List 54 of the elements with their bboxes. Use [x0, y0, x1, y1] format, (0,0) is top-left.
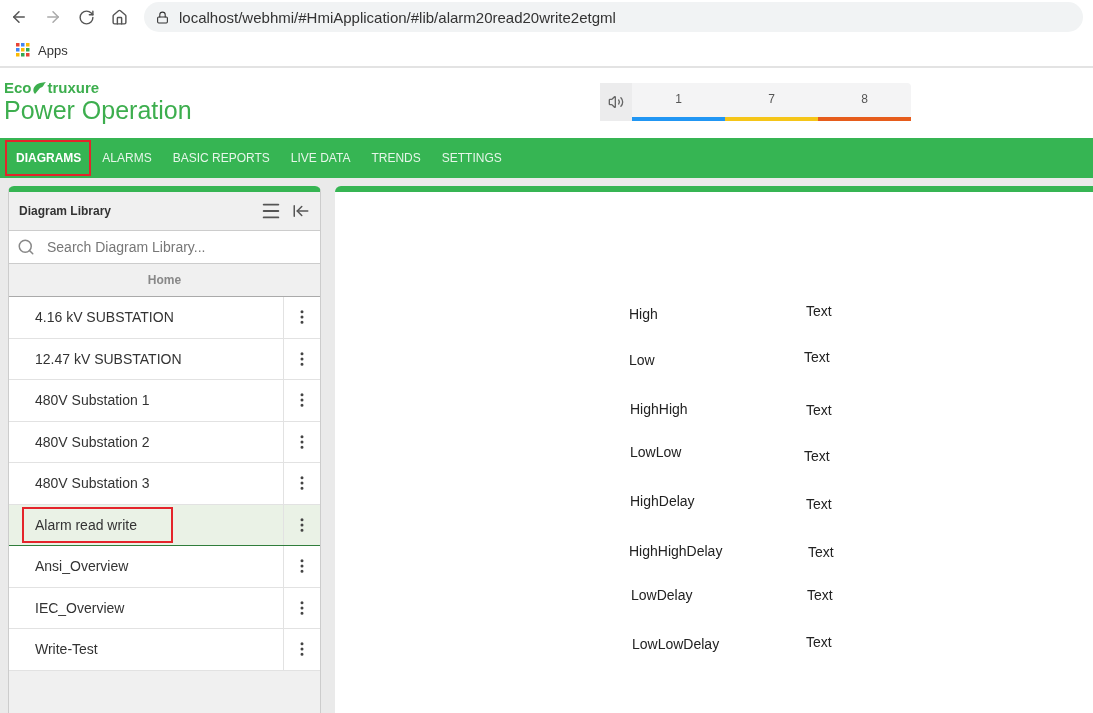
value-text: Text: [806, 303, 832, 319]
bookmark-link[interactable]: Apps: [16, 42, 68, 58]
library-item[interactable]: 480V Substation 1: [9, 380, 320, 422]
tag-label: LowLow: [630, 444, 682, 460]
item-label: Ansi_Overview: [34, 557, 130, 577]
tag-label: LowDelay: [631, 587, 693, 603]
alarm-count: 1: [674, 91, 683, 106]
home-icon[interactable]: [111, 8, 128, 26]
search-icon: [17, 238, 35, 256]
item-label: Write-Test: [34, 640, 99, 660]
brand-text: truxure: [47, 79, 100, 96]
value-text: Text: [806, 402, 832, 418]
url-text: localhost/webhmi/#HmiApplication/#lib/alarm20read20write2etgml: [179, 8, 616, 26]
tag-label: Low: [629, 352, 655, 368]
value-text: Text: [804, 448, 830, 464]
value-text: Text: [807, 587, 833, 603]
collapse-icon[interactable]: [292, 202, 310, 220]
value-text: Text: [804, 349, 830, 365]
item-label: Alarm read write: [22, 506, 173, 543]
library-item[interactable]: 12.47 kV SUBSTATION: [9, 338, 320, 380]
back-icon[interactable]: [10, 8, 28, 26]
tag-label: HighHigh: [630, 401, 688, 417]
tag-label: High: [629, 306, 658, 322]
library-item[interactable]: 480V Substation 2: [9, 421, 320, 463]
alarm-count: 8: [860, 91, 869, 106]
item-label: 480V Substation 2: [34, 432, 151, 452]
alarm-counter[interactable]: 1 7 8: [600, 83, 911, 121]
library-item[interactable]: Ansi_Overview: [9, 546, 320, 588]
library-item[interactable]: 480V Substation 3: [9, 463, 320, 505]
library-item[interactable]: Alarm read write: [9, 504, 320, 546]
product-title: Power Operation: [4, 96, 193, 125]
item-label: IEC_Overview: [34, 598, 126, 618]
apps-grid-icon: [16, 43, 30, 57]
item-label: 480V Substation 3: [34, 474, 151, 494]
value-text: Text: [806, 496, 832, 512]
library-item[interactable]: 4.16 kV SUBSTATION: [9, 297, 320, 339]
lock-icon: [156, 10, 169, 24]
alarm-count: 7: [767, 91, 776, 106]
tag-label: LowLowDelay: [632, 636, 720, 652]
library-item[interactable]: IEC_Overview: [9, 587, 320, 629]
brand-text: Eco: [4, 79, 32, 96]
panel-title: Diagram Library: [19, 204, 113, 218]
tag-label: HighHighDelay: [629, 543, 723, 559]
library-item[interactable]: Write-Test: [9, 629, 320, 671]
tag-label: HighDelay: [630, 493, 695, 509]
reload-icon[interactable]: [78, 8, 95, 26]
value-text: Text: [806, 634, 832, 650]
item-label: 4.16 kV SUBSTATION: [34, 308, 175, 328]
speaker-icon[interactable]: [608, 94, 624, 110]
logo-icon: [31, 80, 48, 95]
item-label: 480V Substation 1: [34, 391, 151, 411]
address-bar[interactable]: localhost/webhmi/#HmiApplication/#lib/alarm20read20write2etgml: [144, 2, 1083, 32]
value-text: Text: [808, 544, 834, 560]
item-label: 12.47 kV SUBSTATION: [34, 349, 183, 369]
